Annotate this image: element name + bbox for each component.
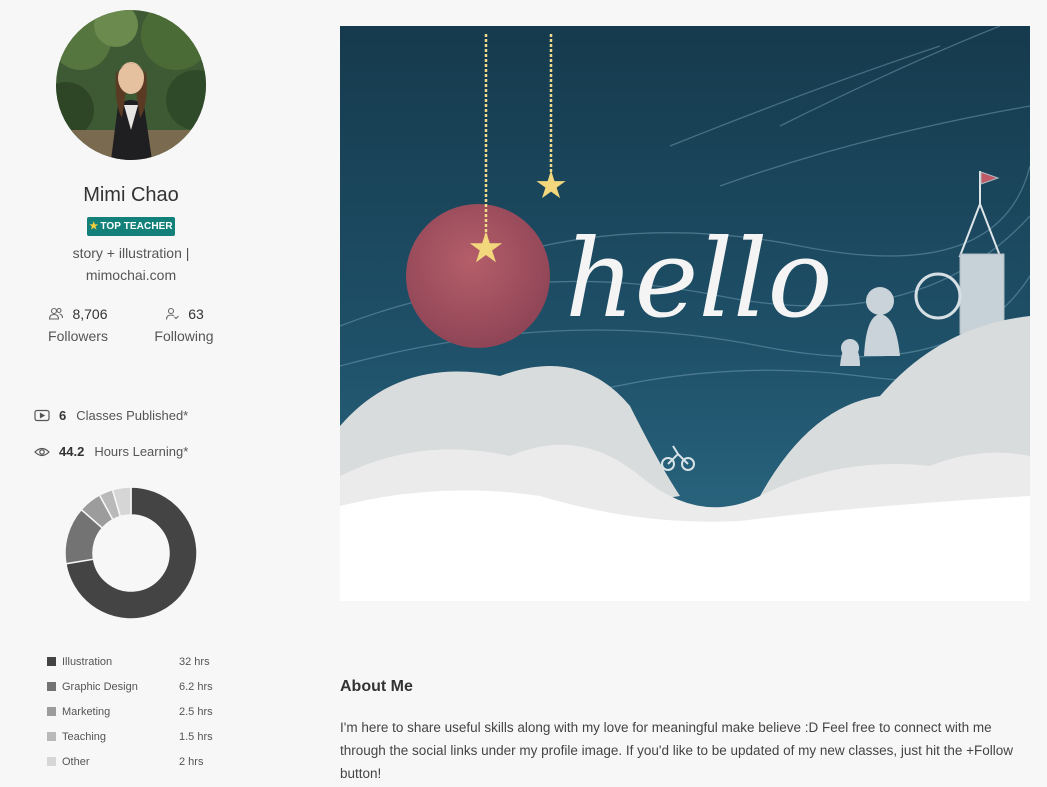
legend-label: Teaching — [62, 730, 107, 743]
eye-icon — [34, 447, 50, 456]
legend-swatch — [47, 657, 56, 666]
star-icon: ★ — [89, 221, 99, 232]
classes-label: Classes Published* — [76, 408, 189, 423]
banner-hello-text: hello — [565, 217, 833, 342]
hours-label: Hours Learning* — [94, 444, 189, 459]
profile-banner-image: ★ ★ hello — [340, 26, 1030, 601]
svg-text:★: ★ — [467, 223, 505, 272]
followers-count: 8,706 — [72, 306, 108, 322]
legend-hours: 2.5 hrs — [179, 705, 213, 718]
people-icon — [49, 307, 64, 320]
classes-published-metric: 6 Classes Published* — [34, 408, 188, 423]
legend-hours: 1.5 hrs — [179, 730, 213, 743]
learning-donut-chart — [64, 486, 198, 620]
legend-item: Marketing 2.5 hrs — [47, 699, 247, 724]
legend-hours: 2 hrs — [179, 755, 204, 768]
followers-stat[interactable]: 8,706 Followers — [44, 306, 112, 344]
about-me-text: I'm here to share useful skills along wi… — [340, 720, 1014, 781]
legend-swatch — [47, 732, 56, 741]
following-label: Following — [154, 328, 214, 344]
legend-swatch — [47, 757, 56, 766]
legend-item: Other 2 hrs — [47, 749, 247, 774]
play-icon — [34, 409, 50, 421]
classes-value: 6 — [59, 408, 67, 423]
svg-text:★: ★ — [534, 163, 568, 207]
badge-label: TOP TEACHER — [100, 221, 173, 232]
about-me-heading: About Me — [340, 678, 413, 695]
profile-name: Mimi Chao — [83, 184, 179, 206]
legend-label: Illustration — [62, 655, 113, 668]
legend-swatch — [47, 682, 56, 691]
legend-hours: 6.2 hrs — [179, 680, 213, 693]
legend-item: Teaching 1.5 hrs — [47, 724, 247, 749]
legend-label: Marketing — [62, 705, 111, 718]
avatar[interactable] — [56, 10, 206, 160]
legend-swatch — [47, 707, 56, 716]
learning-legend: Illustration 32 hrs Graphic Design 6.2 hrs M… — [47, 649, 247, 774]
legend-hours: 32 hrs — [179, 655, 210, 668]
legend-label: Graphic Design — [62, 680, 138, 693]
hours-value: 44.2 — [59, 444, 85, 459]
profile-sidebar: Mimi Chao ★ TOP TEACHER story + illustrat… — [0, 0, 300, 787]
following-stat[interactable]: 63 Following — [150, 306, 218, 344]
person-icon — [166, 307, 180, 320]
legend-item: Illustration 32 hrs — [47, 649, 247, 674]
hours-learning-metric: 44.2 Hours Learning* — [34, 444, 188, 459]
profile-tagline: story + illustration | mimochai.com — [72, 245, 190, 283]
followers-label: Followers — [48, 328, 108, 344]
top-teacher-badge: ★ TOP TEACHER — [87, 217, 175, 236]
legend-item: Graphic Design 6.2 hrs — [47, 674, 247, 699]
following-count: 63 — [188, 306, 204, 322]
legend-label: Other — [62, 755, 90, 768]
